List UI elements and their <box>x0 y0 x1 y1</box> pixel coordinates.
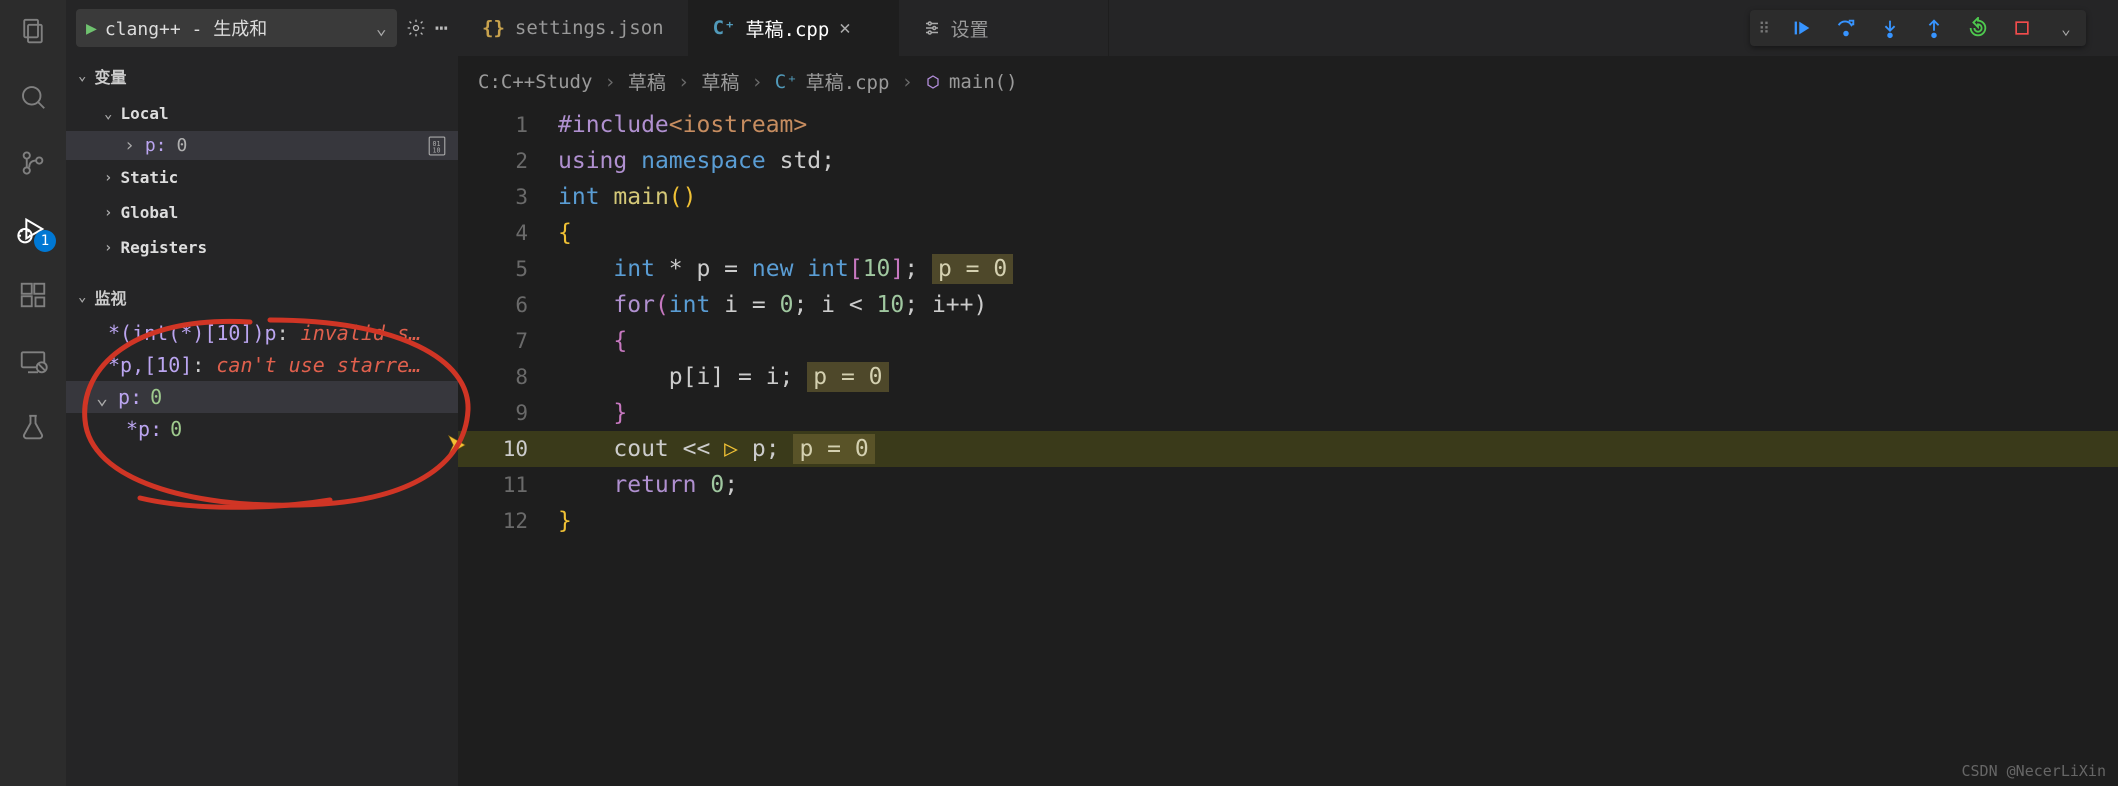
line-number: 8 <box>458 359 558 395</box>
line-number: 5 <box>458 251 558 287</box>
line-number: 11 <box>458 467 558 503</box>
debug-sidebar: ▶ clang++ - 生成和 ⌄ ⋯ ⌄变量 ⌄Local › p: 0 01… <box>66 0 458 786</box>
breadcrumb-seg[interactable]: 草稿 <box>628 68 666 95</box>
activity-bar: 1 <box>0 0 66 786</box>
step-out-button[interactable] <box>1922 16 1946 40</box>
debug-toolbar[interactable]: ⠿ ⌄ <box>1750 10 2086 46</box>
chevron-down-icon: ⌄ <box>104 106 112 122</box>
tab-draft-cpp[interactable]: C⁺草稿.cpp✕ <box>689 0 899 56</box>
line-number: 4 <box>458 215 558 251</box>
scope-registers[interactable]: ›Registers <box>66 230 458 265</box>
chevron-down-icon: ⌄ <box>78 68 86 84</box>
cpp-icon: C⁺ <box>713 17 736 39</box>
more-icon[interactable]: ⋯ <box>435 16 448 41</box>
chevron-right-icon: › <box>124 135 135 156</box>
variables-section[interactable]: ⌄变量 <box>66 56 458 96</box>
continue-button[interactable] <box>1790 16 1814 40</box>
explorer-icon[interactable] <box>14 12 52 50</box>
testing-icon[interactable] <box>14 408 52 446</box>
inline-value: p = 0 <box>793 434 874 464</box>
binary-icon[interactable]: 0110 <box>428 136 446 156</box>
line-number: 2 <box>458 143 558 179</box>
breadcrumb-symbol[interactable]: main() <box>925 71 1018 93</box>
line-number: 9 <box>458 395 558 431</box>
search-icon[interactable] <box>14 78 52 116</box>
launch-config-label: clang++ - 生成和 <box>105 15 267 41</box>
line-number: 10 <box>458 431 558 467</box>
watch-child[interactable]: *p:0 <box>66 413 458 445</box>
execution-pointer-icon: ▷ <box>724 436 752 462</box>
scope-local[interactable]: ⌄Local <box>66 96 458 131</box>
method-icon <box>925 74 941 90</box>
grip-icon[interactable]: ⠿ <box>1758 19 1770 38</box>
debug-badge: 1 <box>34 230 56 252</box>
watch-item-expanded[interactable]: ⌄p:0 <box>66 381 458 413</box>
scope-global[interactable]: ›Global <box>66 195 458 230</box>
line-number: 1 <box>458 107 558 143</box>
line-number: 3 <box>458 179 558 215</box>
breadcrumb-seg[interactable]: C:C++Study <box>478 71 592 93</box>
gear-icon[interactable] <box>405 17 427 39</box>
remote-icon[interactable] <box>14 342 52 380</box>
breadcrumb-file[interactable]: C⁺草稿.cpp <box>775 68 890 95</box>
inline-value: p = 0 <box>932 254 1013 284</box>
source-control-icon[interactable] <box>14 144 52 182</box>
line-number: 7 <box>458 323 558 359</box>
watch-section[interactable]: ⌄监视 <box>66 277 458 317</box>
code-editor[interactable]: 1#include<iostream> 2using namespace std… <box>458 107 2118 786</box>
inline-value: p = 0 <box>807 362 888 392</box>
chevron-down-icon: ⌄ <box>78 289 86 305</box>
scope-static[interactable]: ›Static <box>66 160 458 195</box>
tab-settings-json[interactable]: {}settings.json <box>458 0 689 56</box>
line-number: 12 <box>458 503 558 539</box>
chevron-right-icon: › <box>104 205 112 221</box>
json-icon: {} <box>482 17 505 39</box>
tab-settings[interactable]: 设置 <box>899 0 1109 56</box>
breadcrumb-seg[interactable]: 草稿 <box>701 68 739 95</box>
debug-icon[interactable]: 1 <box>14 210 52 248</box>
svg-text:10: 10 <box>433 146 441 154</box>
settings-icon <box>923 19 941 37</box>
chevron-down-icon[interactable]: ⌄ <box>2054 16 2078 40</box>
launch-config-select[interactable]: ▶ clang++ - 生成和 ⌄ <box>76 9 397 47</box>
line-number: 6 <box>458 287 558 323</box>
breadcrumb[interactable]: C:C++Study› 草稿› 草稿› C⁺草稿.cpp› main() <box>458 56 2118 107</box>
current-execution-line: 10 cout << ▷ p; p = 0 <box>458 431 2118 467</box>
chevron-down-icon: ⌄ <box>376 18 387 39</box>
chevron-right-icon: › <box>104 170 112 186</box>
watermark: CSDN @NecerLiXin <box>1962 762 2107 780</box>
watch-item[interactable]: *p,[10]: can't use starre… <box>66 349 458 381</box>
cpp-icon: C⁺ <box>775 71 798 93</box>
step-into-button[interactable] <box>1878 16 1902 40</box>
editor-area: {}settings.json C⁺草稿.cpp✕ 设置 C:C++Study›… <box>458 0 2118 786</box>
watch-item[interactable]: *(int(*)[10])p: invalid s… <box>66 317 458 349</box>
close-icon[interactable]: ✕ <box>839 17 850 39</box>
chevron-right-icon: › <box>104 240 112 256</box>
restart-button[interactable] <box>1966 16 1990 40</box>
play-icon: ▶ <box>86 18 97 39</box>
execution-pointer-icon <box>444 431 472 459</box>
extensions-icon[interactable] <box>14 276 52 314</box>
chevron-down-icon: ⌄ <box>96 385 108 409</box>
step-over-button[interactable] <box>1834 16 1858 40</box>
variable-row[interactable]: › p: 0 0110 <box>66 131 458 160</box>
stop-button[interactable] <box>2010 16 2034 40</box>
